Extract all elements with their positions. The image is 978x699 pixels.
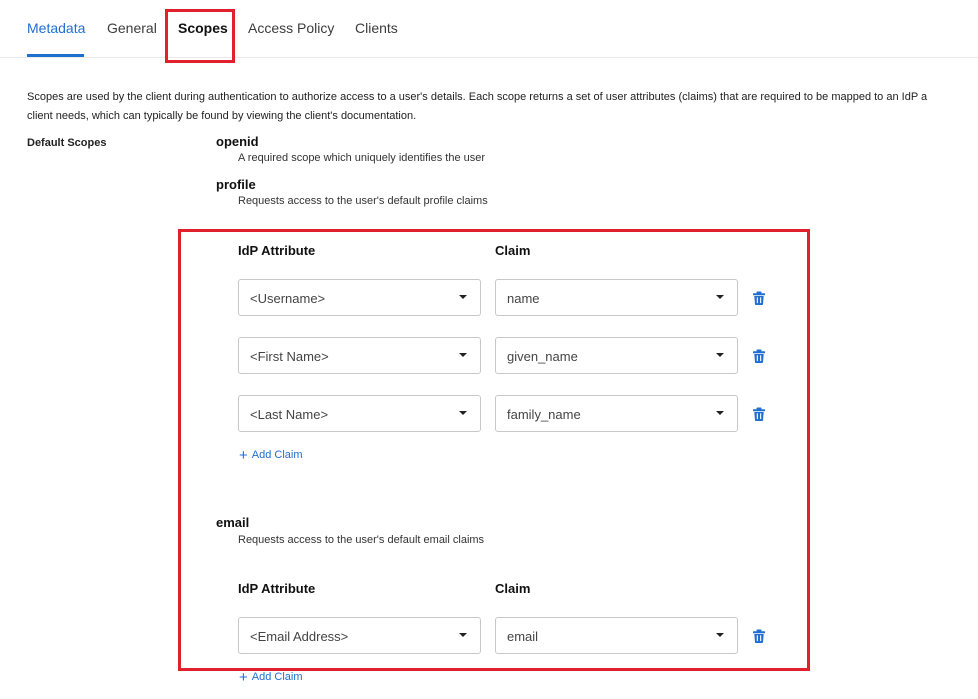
scope-openid-name: openid — [216, 134, 259, 149]
default-scopes-label: Default Scopes — [27, 137, 107, 149]
scopes-description-line-1: Scopes are used by the client during aut… — [27, 91, 928, 103]
tab-bar: Metadata General Scopes Access Policy Cl… — [0, 0, 978, 58]
scope-profile-name: profile — [216, 177, 256, 192]
scopes-description-line-2: client needs, which can typically be fou… — [27, 110, 417, 122]
scope-profile-description: Requests access to the user's default pr… — [238, 195, 488, 207]
plus-icon: + — [239, 669, 248, 686]
scopes-tab-highlight — [165, 9, 235, 63]
scopes-description: Scopes are used by the client during aut… — [27, 88, 978, 126]
add-claim-label: Add Claim — [251, 671, 303, 683]
claims-mapping-highlight — [178, 229, 810, 671]
tab-clients[interactable]: Clients — [355, 20, 398, 36]
tab-general[interactable]: General — [107, 20, 157, 36]
tab-access-policy[interactable]: Access Policy — [248, 20, 334, 36]
tab-metadata[interactable]: Metadata — [27, 20, 85, 36]
scopes-page: Metadata General Scopes Access Policy Cl… — [0, 0, 978, 699]
add-claim-button-email[interactable]: + Add Claim — [239, 669, 303, 686]
active-tab-indicator — [27, 54, 84, 57]
scope-openid-description: A required scope which uniquely identifi… — [238, 152, 486, 164]
